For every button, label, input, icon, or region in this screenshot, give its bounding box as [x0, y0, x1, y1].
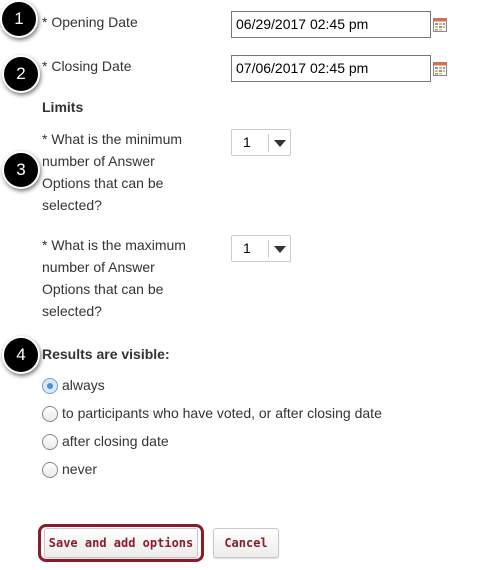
min-question-line: number of Answer	[42, 153, 155, 169]
closing-date-input[interactable]: 07/06/2017 02:45 pm	[231, 55, 431, 82]
max-options-select[interactable]: 1	[231, 235, 291, 262]
step-badge-2: 2	[2, 55, 40, 93]
max-question-line: Options that can be	[42, 281, 164, 297]
radio-label: always	[62, 377, 105, 393]
radio-button[interactable]	[42, 406, 58, 422]
limits-heading: Limits	[42, 99, 84, 115]
max-options-value: 1	[243, 240, 251, 256]
calendar-icon[interactable]	[433, 18, 447, 32]
save-and-add-options-button[interactable]: Save and add options	[44, 528, 198, 558]
max-question-line: number of Answer	[42, 259, 155, 275]
closing-date-label: * Closing Date	[42, 58, 132, 74]
cancel-button[interactable]: Cancel	[213, 528, 279, 558]
radio-label: to participants who have voted, or after…	[62, 405, 382, 421]
results-visible-heading: Results are visible:	[42, 346, 170, 362]
min-question-line: Options that can be	[42, 175, 164, 191]
opening-date-label: * Opening Date	[42, 14, 138, 30]
radio-label: after closing date	[62, 433, 169, 449]
min-question-line: selected?	[42, 197, 102, 213]
radio-button[interactable]	[42, 462, 58, 478]
chevron-down-icon	[274, 246, 286, 253]
max-question-line: * What is the maximum	[42, 237, 186, 253]
radio-button[interactable]	[42, 378, 58, 394]
max-question-line: selected?	[42, 303, 102, 319]
radio-button[interactable]	[42, 434, 58, 450]
step-badge-1: 1	[0, 0, 38, 38]
calendar-icon[interactable]	[433, 62, 447, 76]
select-divider	[268, 240, 269, 258]
step-badge-4: 4	[2, 336, 40, 374]
chevron-down-icon	[274, 140, 286, 147]
min-options-value: 1	[243, 134, 251, 150]
radio-label: never	[62, 461, 98, 477]
min-question-line: * What is the minimum	[42, 131, 183, 147]
step-badge-3: 3	[2, 151, 40, 189]
min-options-select[interactable]: 1	[231, 129, 291, 156]
opening-date-input[interactable]: 06/29/2017 02:45 pm	[231, 11, 431, 38]
select-divider	[268, 134, 269, 152]
